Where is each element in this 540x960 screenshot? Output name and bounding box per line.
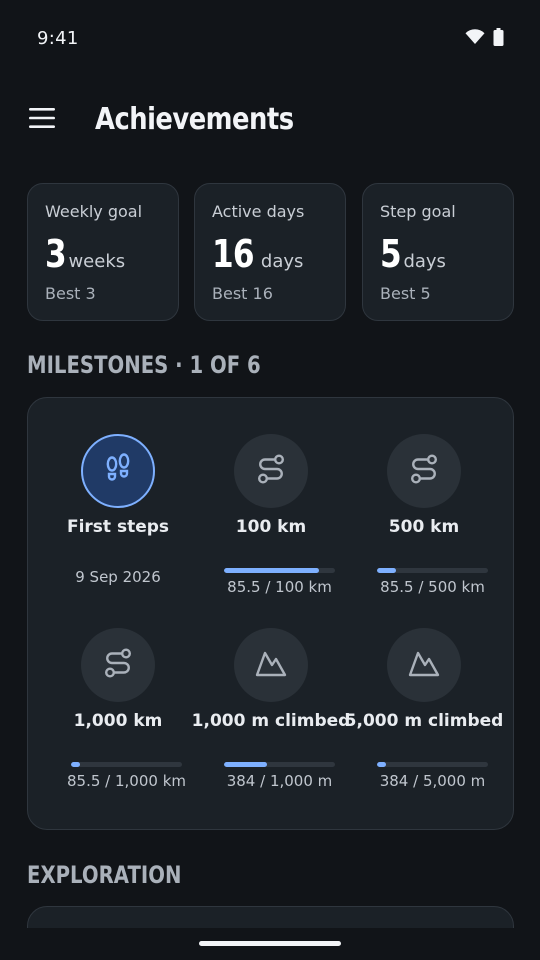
milestone-progress-fill (377, 568, 396, 573)
milestone-5000-m-climbed[interactable]: 5,000 m climbed 384 / 5,000 m (344, 628, 504, 808)
stat-unit: weeks (68, 251, 126, 272)
milestone-badge (81, 434, 155, 508)
status-bar: 9:41 (0, 0, 540, 78)
milestone-progress-fill (224, 568, 319, 573)
stats-row: Weekly goal 3 weeks Best 3 Active days 1… (27, 183, 514, 321)
stat-value-row: 16 days (212, 232, 303, 276)
milestone-1000-km[interactable]: 1,000 km 85.5 / 1,000 km (38, 628, 198, 808)
stat-label: Active days (212, 202, 305, 221)
route-icon (101, 646, 135, 684)
menu-icon (29, 107, 55, 133)
milestone-date: 9 Sep 2026 (75, 568, 161, 586)
milestones-card: First steps 9 Sep 2026 100 km 85.5 / 100… (27, 397, 514, 830)
milestone-badge (81, 628, 155, 702)
stat-label: Step goal (380, 202, 456, 221)
stat-card-step-goal[interactable]: Step goal 5 days Best 5 (362, 183, 514, 321)
mountain-icon (407, 646, 441, 684)
stat-card-active-days[interactable]: Active days 16 days Best 16 (194, 183, 346, 321)
milestone-500-km[interactable]: 500 km 85.5 / 500 km (344, 434, 504, 604)
battery-icon (493, 28, 504, 50)
route-icon (407, 452, 441, 490)
milestone-progress-bar (377, 762, 488, 767)
stat-label: Weekly goal (45, 202, 143, 221)
stat-best: Best 3 (45, 284, 96, 303)
stat-value: 16 (212, 232, 255, 276)
milestone-name: 500 km (388, 517, 460, 537)
stat-value: 3 (45, 232, 67, 276)
milestone-name: First steps (66, 517, 170, 537)
wifi-icon (465, 29, 485, 49)
stat-unit: days (403, 251, 446, 272)
status-icons (465, 28, 504, 50)
milestone-progress-fill (224, 762, 267, 767)
exploration-heading: EXPLORATION (27, 861, 182, 889)
milestone-100-km[interactable]: 100 km 85.5 / 100 km (191, 434, 351, 604)
milestone-first-steps[interactable]: First steps 9 Sep 2026 (38, 434, 198, 604)
stat-card-weekly-goal[interactable]: Weekly goal 3 weeks Best 3 (27, 183, 179, 321)
stat-unit: days (260, 251, 304, 272)
top-app-bar: Achievements (0, 90, 540, 156)
milestone-name: 1,000 m climbed (191, 711, 351, 731)
menu-button[interactable] (22, 100, 62, 140)
mountain-icon (254, 646, 288, 684)
stat-best: Best 16 (212, 284, 273, 303)
milestone-name: 1,000 km (73, 711, 163, 731)
stat-value-row: 5 days (380, 232, 446, 276)
milestone-progress-bar (224, 762, 335, 767)
milestone-badge (387, 434, 461, 508)
milestone-name: 5,000 m climbed (344, 711, 504, 731)
milestone-progress-text: 85.5 / 500 km (380, 578, 485, 596)
status-time: 9:41 (37, 28, 79, 49)
milestone-badge (387, 628, 461, 702)
milestone-progress-bar (71, 762, 182, 767)
milestone-progress-text: 85.5 / 100 km (227, 578, 332, 596)
footprints-icon (101, 452, 135, 490)
milestone-badge (234, 434, 308, 508)
home-indicator[interactable] (199, 941, 341, 946)
milestone-progress-bar (224, 568, 335, 573)
milestone-progress-fill (71, 762, 81, 767)
stat-value: 5 (380, 232, 402, 276)
milestone-progress-text: 85.5 / 1,000 km (67, 772, 186, 790)
milestone-progress-text: 384 / 5,000 m (379, 772, 486, 790)
stat-value-row: 3 weeks (45, 232, 125, 276)
milestone-name: 100 km (235, 517, 307, 537)
milestone-badge (234, 628, 308, 702)
milestone-1000-m-climbed[interactable]: 1,000 m climbed 384 / 1,000 m (191, 628, 351, 808)
milestone-progress-fill (377, 762, 386, 767)
stat-best: Best 5 (380, 284, 431, 303)
milestones-heading: MILESTONES · 1 OF 6 (27, 351, 261, 379)
milestone-progress-text: 384 / 1,000 m (226, 772, 333, 790)
milestone-progress-bar (377, 568, 488, 573)
page-title: Achievements (95, 102, 294, 137)
route-icon (254, 452, 288, 490)
